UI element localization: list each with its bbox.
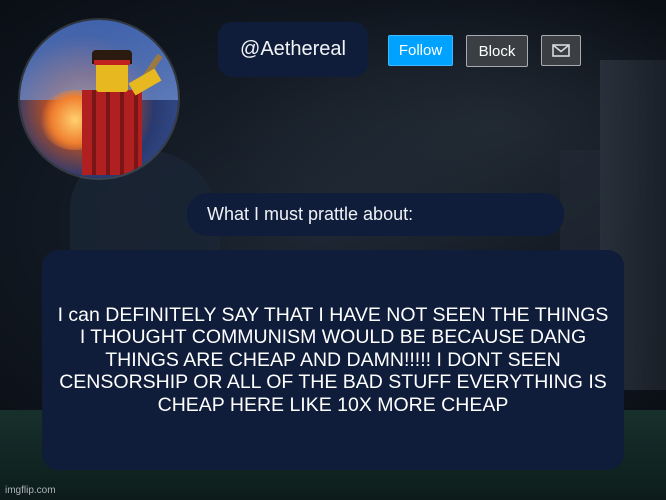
message-button[interactable] xyxy=(541,35,581,66)
username-pill: @Aethereal xyxy=(218,22,368,77)
avatar[interactable] xyxy=(20,20,178,178)
mail-icon xyxy=(552,44,570,57)
about-heading-pill: What I must prattle about: xyxy=(187,193,564,236)
avatar-headband xyxy=(94,60,130,65)
username: @Aethereal xyxy=(240,38,346,60)
about-body-panel: I can DEFINITELY SAY THAT I HAVE NOT SEE… xyxy=(42,250,624,470)
avatar-body xyxy=(82,90,142,175)
about-body-text: I can DEFINITELY SAY THAT I HAVE NOT SEE… xyxy=(57,303,609,416)
about-heading: What I must prattle about: xyxy=(207,204,414,224)
watermark: imgflip.com xyxy=(5,485,56,496)
follow-button[interactable]: Follow xyxy=(388,35,453,66)
block-button[interactable]: Block xyxy=(466,35,528,67)
